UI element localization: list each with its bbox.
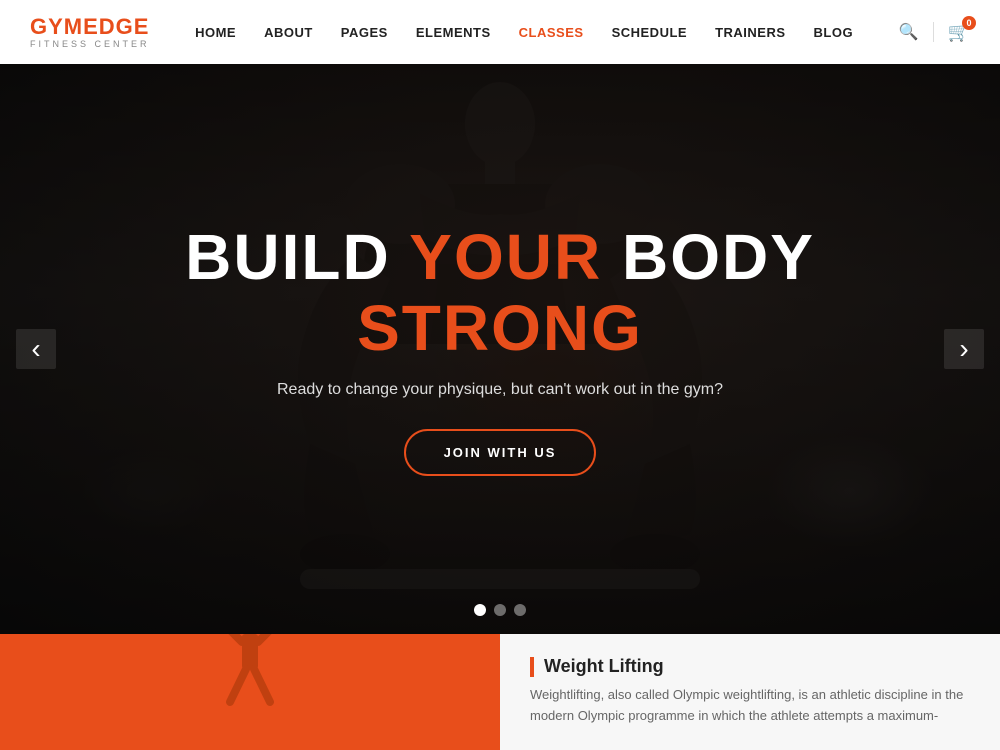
- carousel-prev-button[interactable]: ‹: [16, 329, 56, 369]
- join-button[interactable]: JOIN WITH US: [404, 429, 597, 476]
- main-nav: HOME ABOUT PAGES ELEMENTS CLASSES SCHEDU…: [195, 25, 853, 40]
- hero-content: BUILD YOUR BODY STRONG Ready to change y…: [0, 222, 1000, 476]
- nav-blog[interactable]: BLOG: [814, 25, 854, 40]
- nav-about[interactable]: ABOUT: [264, 25, 313, 40]
- carousel-next-button[interactable]: ›: [944, 329, 984, 369]
- section-title-text: Weight Lifting: [544, 656, 664, 677]
- hero-title-strong: STRONG: [357, 292, 643, 364]
- cart-badge: 0: [962, 16, 976, 30]
- hero-section: ‹ › BUILD YOUR BODY STRONG Ready to chan…: [0, 64, 1000, 634]
- orange-accent-bar: [530, 657, 534, 677]
- section-title: Weight Lifting: [530, 656, 970, 677]
- divider: [933, 22, 934, 42]
- nav-classes[interactable]: CLASSES: [519, 25, 584, 40]
- nav-home[interactable]: HOME: [195, 25, 236, 40]
- search-icon[interactable]: 🔍: [899, 22, 919, 42]
- header-actions: 🔍 🛒 0: [899, 22, 970, 43]
- carousel-dot-2[interactable]: [494, 604, 506, 616]
- fitness-figure: [0, 634, 500, 750]
- carousel-dots: [474, 604, 526, 616]
- hero-title-build: BUILD: [185, 221, 409, 293]
- nav-trainers[interactable]: TRAINERS: [715, 25, 785, 40]
- carousel-dot-1[interactable]: [474, 604, 486, 616]
- section-description: Weightlifting, also called Olympic weigh…: [530, 685, 970, 727]
- nav-pages[interactable]: PAGES: [341, 25, 388, 40]
- hero-title: BUILD YOUR BODY STRONG: [40, 222, 960, 363]
- bottom-right-panel: Weight Lifting Weightlifting, also calle…: [500, 634, 1000, 750]
- logo: GYMEDGE FITNESS CENTER: [30, 16, 150, 49]
- logo-gym: GYM: [30, 14, 83, 39]
- bottom-section: Weight Lifting Weightlifting, also calle…: [0, 634, 1000, 750]
- nav-schedule[interactable]: SCHEDULE: [612, 25, 688, 40]
- bottom-left-panel: [0, 634, 500, 750]
- cart-button[interactable]: 🛒 0: [948, 22, 970, 43]
- header: GYMEDGE FITNESS CENTER HOME ABOUT PAGES …: [0, 0, 1000, 64]
- carousel-dot-3[interactable]: [514, 604, 526, 616]
- hero-title-your: YOUR: [409, 221, 602, 293]
- logo-brand: GYMEDGE: [30, 16, 150, 38]
- logo-edge: EDGE: [83, 14, 149, 39]
- nav-elements[interactable]: ELEMENTS: [416, 25, 491, 40]
- hero-title-body: BODY: [602, 221, 815, 293]
- hero-subtitle: Ready to change your physique, but can't…: [40, 381, 960, 399]
- logo-subtitle: FITNESS CENTER: [30, 40, 150, 49]
